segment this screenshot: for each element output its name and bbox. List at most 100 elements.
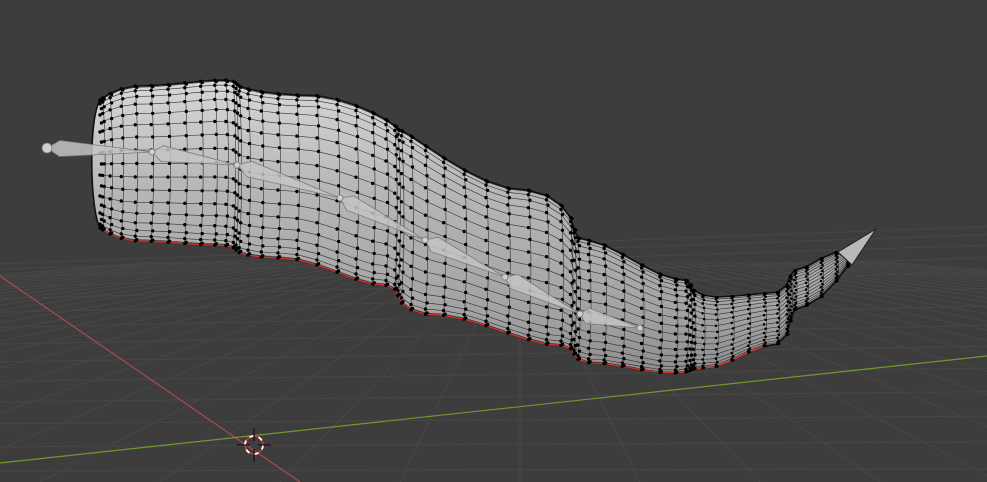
mesh-vertex[interactable] (675, 293, 679, 298)
mesh-vertex[interactable] (235, 218, 240, 222)
mesh-vertex[interactable] (199, 98, 203, 103)
mesh-vertex[interactable] (393, 164, 397, 169)
mesh-vertex[interactable] (409, 287, 413, 292)
mesh-vertex[interactable] (684, 316, 688, 320)
mesh-vertex[interactable] (410, 250, 415, 255)
mesh-vertex[interactable] (276, 251, 280, 255)
mesh-vertex[interactable] (572, 242, 576, 246)
mesh-vertex[interactable] (213, 83, 217, 87)
mesh-vertex[interactable] (109, 186, 114, 190)
mesh-vertex[interactable] (119, 91, 124, 96)
mesh-vertex[interactable] (199, 242, 203, 247)
mesh-vertex[interactable] (246, 211, 250, 216)
mesh-vertex[interactable] (559, 285, 563, 290)
mesh-vertex[interactable] (102, 219, 106, 223)
mesh-vertex[interactable] (213, 119, 217, 124)
mesh-vertex[interactable] (806, 297, 809, 301)
mesh-vertex[interactable] (462, 185, 466, 189)
mesh-vertex[interactable] (397, 182, 402, 186)
mesh-vertex[interactable] (295, 112, 299, 116)
mesh-vertex[interactable] (235, 111, 240, 115)
mesh-vertex[interactable] (546, 242, 550, 246)
mesh-vertex[interactable] (560, 212, 565, 217)
mesh-vertex[interactable] (225, 89, 230, 93)
mesh-vertex[interactable] (295, 257, 299, 262)
mesh-vertex[interactable] (485, 204, 490, 209)
mesh-vertex[interactable] (639, 355, 644, 360)
mesh-vertex[interactable] (559, 219, 563, 224)
mesh-vertex[interactable] (576, 357, 580, 361)
mesh-vertex[interactable] (794, 295, 798, 299)
mesh-vertex[interactable] (151, 85, 155, 89)
mesh-vertex[interactable] (748, 332, 752, 335)
mesh-vertex[interactable] (247, 242, 252, 246)
mesh-vertex[interactable] (793, 278, 796, 282)
mesh-vertex[interactable] (658, 283, 662, 288)
mesh-vertex[interactable] (200, 80, 204, 85)
mesh-vertex[interactable] (507, 187, 511, 191)
mesh-vertex[interactable] (231, 226, 235, 230)
mesh-vertex[interactable] (730, 343, 733, 346)
mesh-vertex[interactable] (277, 146, 282, 150)
mesh-vertex[interactable] (410, 221, 415, 225)
mesh-vertex[interactable] (688, 358, 692, 363)
mesh-vertex[interactable] (397, 157, 402, 161)
mesh-vertex[interactable] (577, 296, 582, 301)
mesh-vertex[interactable] (716, 353, 719, 356)
mesh-vertex[interactable] (570, 216, 574, 221)
mesh-vertex[interactable] (296, 104, 301, 108)
mesh-vertex[interactable] (576, 250, 580, 254)
mesh-vertex[interactable] (576, 266, 580, 270)
mesh-vertex[interactable] (685, 324, 690, 328)
mesh-vertex[interactable] (316, 149, 321, 154)
mesh-vertex[interactable] (603, 353, 608, 358)
mesh-vertex[interactable] (394, 258, 398, 262)
mesh-vertex[interactable] (224, 224, 228, 228)
mesh-vertex[interactable] (371, 262, 375, 266)
mesh-vertex[interactable] (507, 258, 511, 263)
mesh-vertex[interactable] (239, 239, 243, 244)
mesh-vertex[interactable] (151, 211, 155, 216)
mesh-vertex[interactable] (577, 349, 582, 353)
mesh-vertex[interactable] (544, 198, 549, 202)
mesh-vertex[interactable] (200, 133, 204, 137)
mesh-vertex[interactable] (425, 282, 429, 286)
mesh-vertex[interactable] (384, 186, 388, 190)
mesh-vertex[interactable] (506, 326, 510, 331)
mesh-vertex[interactable] (423, 292, 428, 297)
mesh-vertex[interactable] (691, 367, 696, 371)
mesh-vertex[interactable] (316, 207, 321, 211)
mesh-vertex[interactable] (689, 353, 694, 357)
mesh-vertex[interactable] (748, 322, 752, 325)
mesh-vertex[interactable] (821, 269, 824, 273)
mesh-vertex[interactable] (231, 240, 235, 245)
mesh-vertex[interactable] (183, 223, 187, 227)
mesh-vertex[interactable] (225, 132, 230, 137)
mesh-vertex[interactable] (316, 105, 321, 109)
mesh-vertex[interactable] (836, 265, 839, 269)
mesh-vertex[interactable] (239, 139, 243, 143)
mesh-vertex[interactable] (559, 238, 563, 242)
mesh-vertex[interactable] (316, 252, 321, 256)
mesh-vertex[interactable] (790, 277, 793, 281)
mesh-vertex[interactable] (526, 250, 531, 254)
mesh-vertex[interactable] (233, 216, 237, 220)
mesh-vertex[interactable] (135, 135, 139, 139)
mesh-vertex[interactable] (691, 290, 696, 295)
mesh-vertex[interactable] (385, 200, 390, 205)
mesh-vertex[interactable] (731, 316, 735, 319)
mesh-vertex[interactable] (247, 88, 252, 92)
mesh-vertex[interactable] (277, 202, 282, 206)
mesh-vertex[interactable] (659, 289, 664, 294)
mesh-vertex[interactable] (133, 123, 137, 127)
mesh-vertex[interactable] (149, 122, 153, 127)
mesh-vertex[interactable] (559, 261, 563, 265)
mesh-vertex[interactable] (109, 92, 114, 97)
mesh-vertex[interactable] (425, 301, 429, 305)
mesh-vertex[interactable] (785, 321, 788, 324)
mesh-vertex[interactable] (199, 223, 203, 228)
mesh-vertex[interactable] (354, 272, 358, 276)
mesh-vertex[interactable] (794, 288, 798, 292)
mesh-vertex[interactable] (277, 93, 282, 97)
mesh-vertex[interactable] (819, 261, 823, 265)
